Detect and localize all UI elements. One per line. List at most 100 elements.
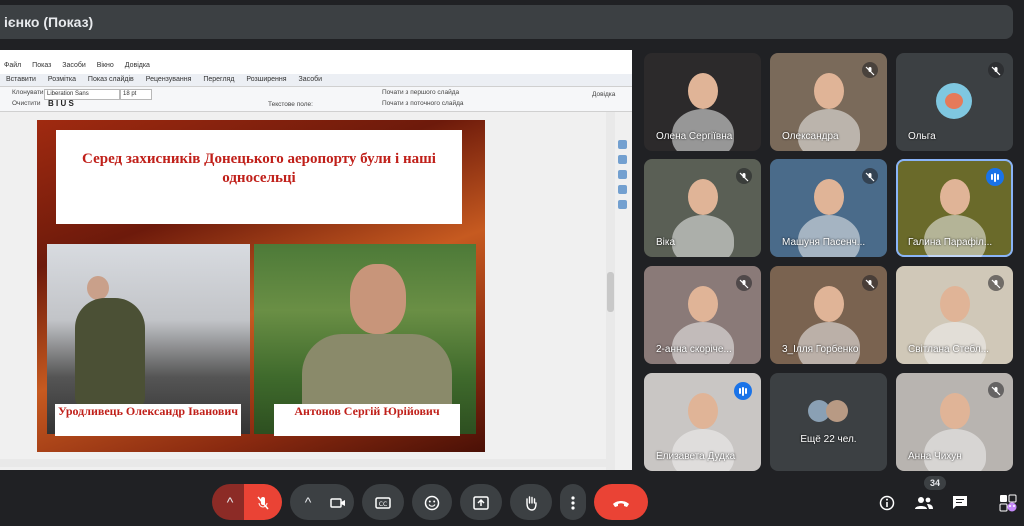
gallery-icon[interactable] xyxy=(618,170,627,179)
participant-tile[interactable]: Олена Сергіївна xyxy=(644,53,761,151)
tab-extensions[interactable]: Розширення xyxy=(246,76,286,83)
font-size-box[interactable]: 18 pt xyxy=(120,89,152,100)
participant-video xyxy=(798,109,860,151)
speaking-indicator-icon xyxy=(734,382,752,400)
muted-mic-icon xyxy=(736,168,752,184)
participant-name: Олександра xyxy=(782,131,839,142)
participant-tile[interactable]: Анна Чихун xyxy=(896,373,1013,471)
svg-text:CC: CC xyxy=(379,501,387,508)
muted-mic-icon xyxy=(988,382,1004,398)
menu-tools[interactable]: Засоби xyxy=(62,62,86,69)
tab-review[interactable]: Рецензування xyxy=(146,76,192,83)
camo-uniform-1 xyxy=(75,298,145,408)
participant-name: 2-анна скоріче... xyxy=(656,344,732,355)
styles-icon[interactable] xyxy=(618,155,627,164)
horizontal-scrollbar[interactable] xyxy=(0,459,606,467)
camera-toggle-button[interactable] xyxy=(322,484,354,520)
participant-tile[interactable]: Ольга xyxy=(896,53,1013,151)
navigator-icon[interactable] xyxy=(618,185,627,194)
muted-mic-icon xyxy=(988,62,1004,78)
clone-formatting[interactable]: Клонувати xyxy=(12,89,44,96)
mic-options-button[interactable]: ^ xyxy=(212,484,248,520)
participant-tile[interactable]: 3_Ілля Горбенко xyxy=(770,266,887,364)
help-button[interactable]: Довідка xyxy=(592,91,615,98)
face-1 xyxy=(87,276,109,300)
participant-video xyxy=(924,322,986,364)
scroll-thumb[interactable] xyxy=(607,272,614,312)
participants-count-badge: 34 xyxy=(924,476,946,490)
captions-button[interactable]: CC xyxy=(362,484,404,520)
activities-icon xyxy=(999,494,1017,512)
present-button[interactable] xyxy=(460,484,502,520)
reactions-button[interactable] xyxy=(412,484,452,520)
emoji-icon xyxy=(424,496,440,511)
muted-mic-icon xyxy=(862,62,878,78)
hang-up-icon xyxy=(613,501,629,508)
photo-defender-1: Уродливець Олександр Іванович xyxy=(47,244,250,436)
participant-tile[interactable]: Машуня Пасенч... xyxy=(770,159,887,257)
participant-video xyxy=(924,429,986,471)
more-vert-icon xyxy=(571,496,575,510)
participant-video xyxy=(798,322,860,364)
participant-tile[interactable]: Ещё 22 чел. xyxy=(770,373,887,471)
participant-face xyxy=(688,179,718,215)
properties-icon[interactable] xyxy=(618,140,627,149)
menu-show[interactable]: Показ xyxy=(32,62,51,69)
caption-defender-1: Уродливець Олександр Іванович xyxy=(55,404,241,436)
mic-toggle-button[interactable] xyxy=(244,484,282,520)
participant-face xyxy=(814,179,844,215)
start-from-first-button[interactable]: Почати з першого слайда xyxy=(382,89,459,96)
participants-button[interactable] xyxy=(911,490,937,516)
menu-window[interactable]: Вікно xyxy=(97,62,114,69)
participant-name: Ольга xyxy=(908,131,936,142)
activities-button[interactable] xyxy=(994,490,1022,516)
participant-name: Ещё 22 чел. xyxy=(800,434,857,445)
menu-help[interactable]: Довідка xyxy=(125,62,150,69)
leave-call-button[interactable] xyxy=(594,484,648,520)
slide-title-box: Серед захисників Донецького аеропорту бу… xyxy=(56,130,462,224)
participant-tile[interactable]: Світлана Стебл... xyxy=(896,266,1013,364)
format-buttons-icon[interactable]: B I U S xyxy=(48,99,74,108)
participant-video xyxy=(798,215,860,257)
participant-tile[interactable]: Галина Парафіл... xyxy=(896,159,1013,257)
avatar xyxy=(936,83,972,119)
photo-defender-2: Антонов Сергій Юрійович xyxy=(254,244,476,436)
participant-tile[interactable]: 2-анна скоріче... xyxy=(644,266,761,364)
participant-face xyxy=(940,286,970,322)
participant-name: Світлана Стебл... xyxy=(908,344,989,355)
impress-toolbar: Клонувати Очистити Liberation Sans 18 pt… xyxy=(0,87,632,112)
participant-name: Анна Чихун xyxy=(908,451,962,462)
muted-mic-icon xyxy=(736,275,752,291)
tab-view[interactable]: Перегляд xyxy=(203,76,234,83)
menu-file[interactable]: Файл xyxy=(4,62,21,69)
tab-tools[interactable]: Засоби xyxy=(299,76,323,83)
chat-button[interactable] xyxy=(947,490,973,516)
more-options-button[interactable] xyxy=(560,484,586,520)
slide: Серед захисників Донецького аеропорту бу… xyxy=(37,120,485,452)
tab-slideshow[interactable]: Показ слайдів xyxy=(88,76,134,83)
caption-defender-2: Антонов Сергій Юрійович xyxy=(274,404,460,436)
face-2 xyxy=(350,264,406,334)
participant-face xyxy=(688,73,718,109)
start-from-current-button[interactable]: Почати з поточного слайда xyxy=(382,100,464,107)
participant-video xyxy=(672,429,734,471)
camera-options-button[interactable]: ^ xyxy=(290,484,326,520)
tab-layout[interactable]: Розмітка xyxy=(48,76,76,83)
participant-face xyxy=(688,393,718,429)
mic-off-icon xyxy=(257,496,269,510)
meeting-info-button[interactable] xyxy=(874,490,900,516)
clear-formatting[interactable]: Очистити xyxy=(12,100,41,107)
tab-insert[interactable]: Вставити xyxy=(6,76,36,83)
slide-title: Серед захисників Донецького аеропорту бу… xyxy=(82,151,436,186)
participant-tile[interactable]: Елизавета Дудка xyxy=(644,373,761,471)
camera-icon xyxy=(330,498,345,509)
speaking-indicator-icon xyxy=(986,168,1004,186)
raise-hand-button[interactable] xyxy=(510,484,552,520)
master-slides-icon[interactable] xyxy=(618,200,627,209)
participant-tile[interactable]: Віка xyxy=(644,159,761,257)
vertical-scrollbar[interactable] xyxy=(606,112,615,470)
present-screen-icon xyxy=(473,496,489,511)
impress-tabbar: Вставити Розмітка Показ слайдів Рецензув… xyxy=(0,74,632,87)
participant-tile[interactable]: Олександра xyxy=(770,53,887,151)
captions-icon: CC xyxy=(375,497,391,510)
